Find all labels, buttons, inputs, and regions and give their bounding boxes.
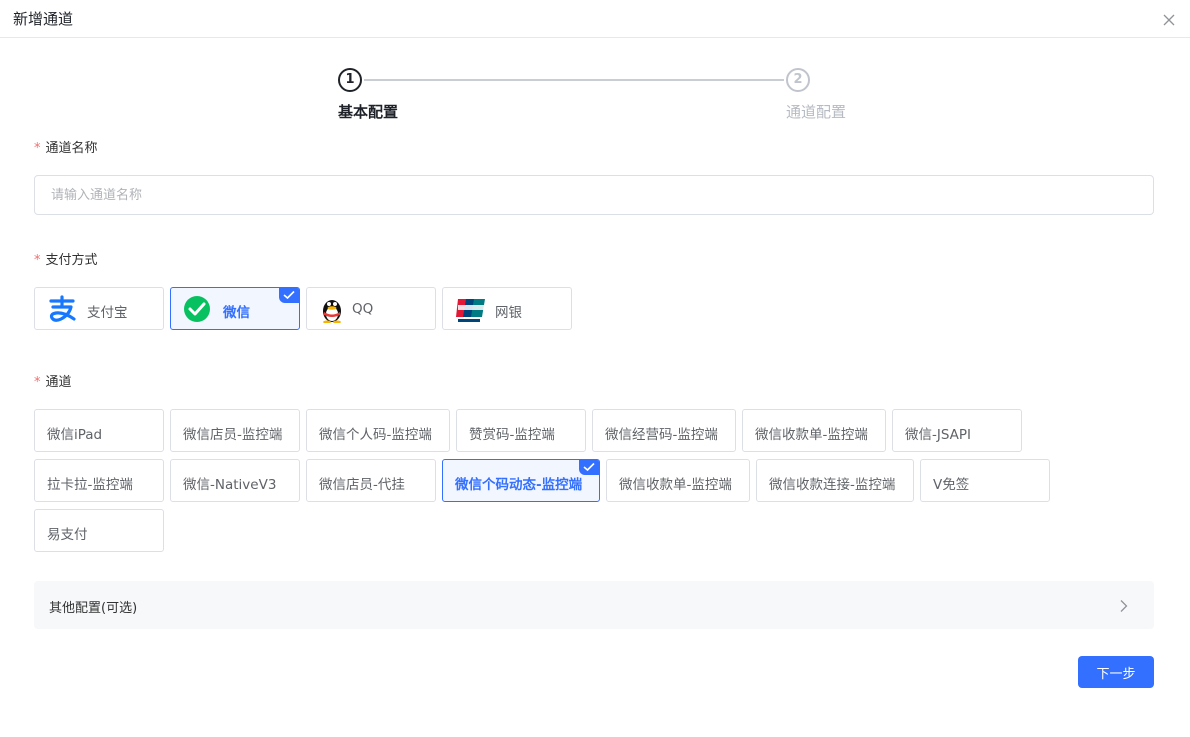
channel-option[interactable]: 赞赏码-监控端 [456,409,586,452]
channel-option-label: 微信收款单-监控端 [755,427,868,443]
dialog-title: 新增通道 [13,10,74,28]
other-config-collapse[interactable]: 其他配置(可选) [34,581,1154,629]
step-1-label: 基本配置 [338,103,399,121]
channel-option-label: V免签 [933,477,970,493]
channel-option[interactable]: 微信-JSAPI [892,409,1022,452]
channel-option[interactable]: 微信店员-监控端 [170,409,300,452]
alipay-icon [47,295,77,323]
payment-option-unionpay[interactable]: 网银 [442,287,572,330]
steps: 1 2 基本配置 通道配置 [338,68,862,128]
step-2-label: 通道配置 [786,103,847,121]
channel-option-label: 微信个码动态-监控端 [455,477,583,493]
next-step-button[interactable]: 下一步 [1078,656,1154,688]
channel-option[interactable]: 微信经营码-监控端 [592,409,736,452]
step-2-number: 2 [786,68,810,92]
channel-name-input[interactable] [34,175,1154,215]
channel-option-label: 微信-JSAPI [905,427,972,443]
step-1-number: 1 [338,68,362,92]
qq-penguin-icon [319,295,349,324]
required-mark: * [34,141,41,156]
wechat-icon [183,295,213,323]
checkmark-icon [579,460,599,475]
channel-option-label: 赞赏码-监控端 [469,427,555,443]
required-mark: * [34,253,41,268]
payment-option-label: 网银 [495,305,522,321]
channel-option-label: 微信-NativeV3 [183,477,277,493]
unionpay-icon [455,295,485,323]
required-mark: * [34,375,41,390]
channel-option-label: 拉卡拉-监控端 [47,477,133,493]
channel-option-selected[interactable]: 微信个码动态-监控端 [442,459,600,502]
channel-option-label: 微信经营码-监控端 [605,427,718,443]
payment-option-label: 微信 [223,305,250,321]
step-connector [364,79,784,81]
channel-option-label: 微信收款单-监控端 [619,477,732,493]
channel-option-label: 微信iPad [47,427,103,443]
channel-option[interactable]: 微信收款单-监控端 [742,409,886,452]
channel-option[interactable]: 微信个人码-监控端 [306,409,450,452]
payment-method-label-text: 支付方式 [45,253,98,268]
channel-label-text: 通道 [45,375,72,390]
channel-option-label: 微信店员-代挂 [319,477,405,493]
channel-name-label: * 通道名称 [34,137,98,156]
channel-option[interactable]: 微信iPad [34,409,164,452]
channel-option[interactable]: 微信店员-代挂 [306,459,436,502]
payment-option-label: QQ [352,301,374,317]
channel-label: * 通道 [34,371,72,390]
channel-option-label: 微信收款连接-监控端 [769,477,896,493]
channel-option[interactable]: 微信收款连接-监控端 [756,459,914,502]
chevron-right-icon [1119,598,1129,612]
channel-option[interactable]: 微信-NativeV3 [170,459,300,502]
close-icon[interactable] [1162,12,1176,26]
channel-option-label: 微信店员-监控端 [183,427,283,443]
channel-option[interactable]: 易支付 [34,509,164,552]
checkmark-icon [279,288,299,303]
channel-option[interactable]: 拉卡拉-监控端 [34,459,164,502]
payment-option-qq[interactable]: QQ [306,287,436,330]
payment-method-label: * 支付方式 [34,249,98,268]
payment-option-label: 支付宝 [87,305,128,321]
channel-name-label-text: 通道名称 [45,141,98,156]
payment-option-alipay[interactable]: 支付宝 [34,287,164,330]
payment-option-wechat[interactable]: 微信 [170,287,300,330]
other-config-title: 其他配置(可选) [49,601,138,616]
dialog-header: 新增通道 [0,0,1190,38]
channel-option[interactable]: V免签 [920,459,1050,502]
channel-option[interactable]: 微信收款单-监控端 [606,459,750,502]
channel-option-label: 微信个人码-监控端 [319,427,432,443]
channel-option-label: 易支付 [47,527,88,543]
